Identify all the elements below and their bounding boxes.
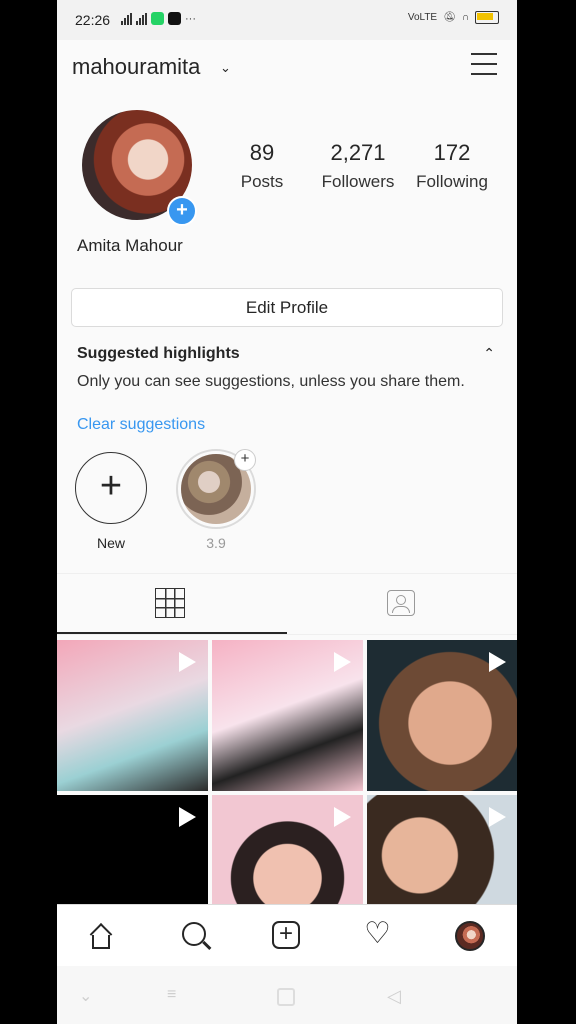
display-name: Amita Mahour <box>77 236 183 255</box>
nav-new-post[interactable]: + <box>241 905 333 967</box>
chevron-down-icon[interactable]: ⌄ <box>220 60 231 76</box>
signal-icon <box>121 12 132 25</box>
grid-icon <box>155 588 185 618</box>
status-left-icons: ··· <box>121 12 196 25</box>
posts-stat[interactable]: 89 Posts <box>233 140 291 192</box>
tab-tagged[interactable] <box>287 576 517 634</box>
followers-label: Followers <box>321 172 395 191</box>
add-post-icon: + <box>272 921 300 949</box>
posts-count: 89 <box>249 140 275 165</box>
tab-posts-grid[interactable] <box>57 576 287 634</box>
new-highlight-label: New <box>96 535 125 551</box>
posts-label: Posts <box>240 172 284 191</box>
bottom-navigation: + ♡ <box>57 904 517 967</box>
chevron-down-icon[interactable]: ⌄ <box>79 986 92 1006</box>
video-play-icon <box>489 807 506 827</box>
video-play-icon <box>334 652 351 672</box>
headphones-icon: ∩ <box>461 12 469 23</box>
nav-home[interactable] <box>57 905 149 967</box>
add-highlight-icon[interactable]: + <box>234 449 256 471</box>
suggested-highlight-label: 3.9 <box>206 535 226 551</box>
tab-divider <box>57 634 517 635</box>
post-thumbnail[interactable] <box>212 640 363 791</box>
status-time: 22:26 <box>75 12 111 28</box>
edit-profile-button[interactable]: Edit Profile <box>71 288 503 327</box>
search-icon <box>182 922 206 946</box>
video-play-icon <box>179 652 196 672</box>
status-bar: 22:26 ··· VoLTE 🔕︎ ∩ <box>57 0 517 40</box>
followers-stat[interactable]: 2,271 Followers <box>315 140 401 192</box>
nav-search[interactable] <box>149 905 241 967</box>
active-tab-indicator <box>57 632 287 634</box>
post-thumbnail[interactable] <box>367 640 517 791</box>
tiktok-icon <box>168 12 181 25</box>
more-dots: ··· <box>185 12 196 25</box>
phone-screen: 22:26 ··· VoLTE 🔕︎ ∩ mahouramita ⌄ + 89 … <box>57 0 517 1024</box>
profile-header: mahouramita ⌄ <box>57 40 517 94</box>
tagged-icon <box>387 590 415 616</box>
video-play-icon <box>179 807 196 827</box>
nav-activity[interactable]: ♡ <box>333 905 425 967</box>
status-right-icons: VoLTE 🔕︎ ∩ <box>408 11 499 24</box>
following-count: 172 <box>433 140 471 165</box>
plus-icon: + <box>99 465 123 507</box>
add-story-icon[interactable]: + <box>167 196 197 226</box>
followers-count: 2,271 <box>330 140 386 165</box>
back-icon[interactable]: ◁ <box>387 986 401 1007</box>
volte-badge: VoLTE <box>407 12 438 23</box>
post-thumbnail[interactable] <box>57 640 208 791</box>
following-stat[interactable]: 172 Following <box>411 140 493 192</box>
video-play-icon <box>489 652 506 672</box>
whatsapp-icon <box>151 12 164 25</box>
video-play-icon <box>334 807 351 827</box>
home-icon <box>88 925 114 949</box>
suggested-highlights-title: Suggested highlights <box>77 345 240 362</box>
following-label: Following <box>416 172 488 191</box>
divider <box>57 573 517 574</box>
heart-icon: ♡ <box>364 917 391 950</box>
suggested-highlights-description: Only you can see suggestions, unless you… <box>77 373 465 390</box>
recent-apps-icon[interactable]: ≡ <box>167 986 176 1004</box>
clear-suggestions-link[interactable]: Clear suggestions <box>77 416 205 434</box>
username[interactable]: mahouramita <box>72 54 200 80</box>
battery-icon <box>475 11 499 24</box>
signal-icon-2 <box>136 12 147 25</box>
mute-icon: 🔕︎ <box>443 12 456 23</box>
profile-avatar-icon <box>455 921 485 951</box>
chevron-up-icon[interactable]: ⌃ <box>483 345 495 362</box>
system-navigation-bar: ⌄ ≡ ◁ <box>57 966 517 1024</box>
profile-tabs <box>57 576 517 634</box>
home-button-icon[interactable] <box>277 988 295 1006</box>
nav-profile[interactable] <box>425 905 517 967</box>
hamburger-menu-icon[interactable] <box>471 53 497 75</box>
